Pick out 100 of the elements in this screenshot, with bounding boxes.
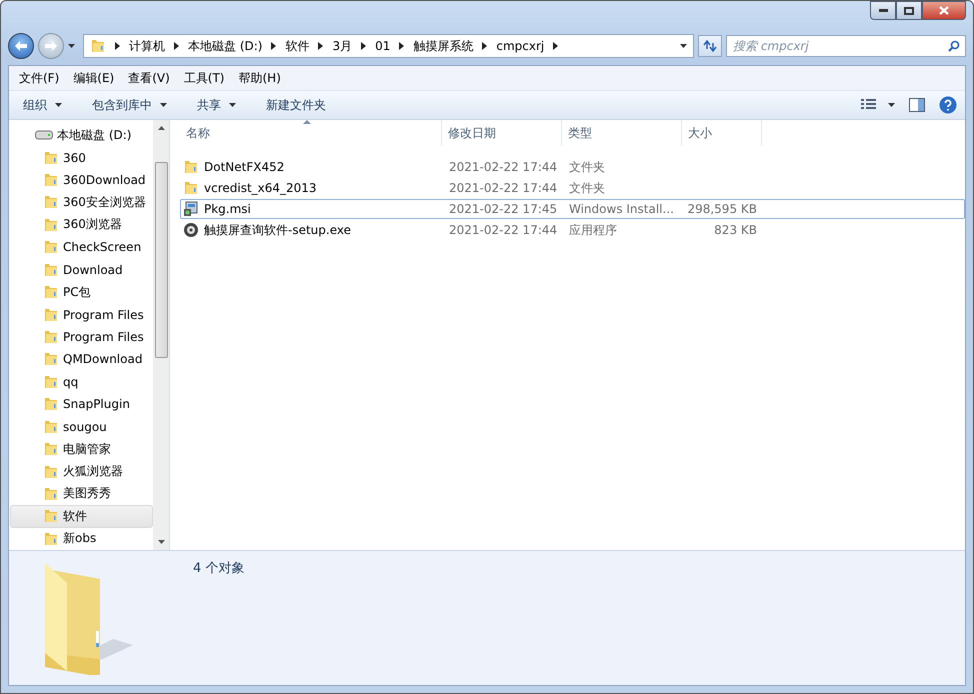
breadcrumb[interactable]: cmpcxrj: [496, 39, 544, 53]
chevron-icon: [318, 42, 324, 50]
nav-item[interactable]: 新obs: [10, 528, 153, 550]
chevron-icon: [482, 42, 488, 50]
scrollbar[interactable]: [153, 120, 169, 550]
program-icon: [183, 222, 199, 238]
nav-item[interactable]: Program Files: [10, 303, 153, 326]
nav-item[interactable]: 360Download: [10, 168, 153, 192]
size-cell: 298,595 KB: [687, 202, 757, 216]
folder-icon: [43, 284, 59, 300]
folder-icon: [43, 396, 59, 412]
address-bar[interactable]: 计算机 本地磁盘 (D:) 软件 3月 01 触摸屏系统 cmpcxrj: [83, 34, 694, 58]
minimize-icon: [878, 9, 888, 12]
caret-icon: [229, 103, 236, 107]
nav-item[interactable]: 360: [10, 146, 153, 169]
nav-item[interactable]: Download: [10, 258, 153, 281]
scroll-up-icon[interactable]: [158, 126, 164, 130]
maximize-icon: [904, 6, 914, 14]
folder-icon: [43, 441, 59, 458]
date-cell: 2021-02-22 17:44: [449, 223, 558, 237]
breadcrumb[interactable]: 3月: [332, 38, 352, 54]
folder-icon: [43, 374, 59, 390]
back-button[interactable]: [8, 33, 34, 59]
item-count: 4 个对象: [193, 560, 244, 578]
column-header[interactable]: 名称: [180, 120, 442, 146]
nav-item[interactable]: qq: [10, 370, 153, 394]
close-button[interactable]: [922, 1, 966, 20]
nav-item[interactable]: 360浏览器: [10, 214, 153, 236]
caret-icon: [55, 103, 62, 107]
file-row[interactable]: vcredist_x64_2013 2021-02-22 17:44 文件夹: [180, 178, 965, 198]
folder-icon: [90, 38, 106, 54]
type-cell: 文件夹: [569, 180, 605, 194]
chevron-icon: [361, 42, 366, 50]
close-icon: [939, 6, 949, 15]
maximize-button[interactable]: [896, 1, 922, 20]
toolbar-button[interactable]: 组织: [17, 94, 68, 116]
minimize-button[interactable]: [870, 1, 896, 20]
breadcrumb[interactable]: 软件: [285, 38, 310, 54]
folder-icon: [43, 418, 59, 435]
toolbar-button[interactable]: 包含到库中: [86, 94, 173, 116]
chevron-icon: [399, 42, 404, 50]
preview-pane-icon[interactable]: [909, 98, 925, 112]
size-cell: 823 KB: [714, 223, 757, 237]
toolbar-button[interactable]: 共享: [191, 94, 242, 116]
breadcrumb[interactable]: 01: [375, 39, 390, 53]
nav-item[interactable]: 火狐浏览器: [10, 460, 153, 483]
menu-item[interactable]: 查看(V): [122, 68, 176, 88]
folder-icon: [43, 329, 59, 345]
help-icon[interactable]: [939, 96, 957, 114]
breadcrumb[interactable]: 触摸屏系统: [413, 38, 474, 54]
type-cell: 文件夹: [569, 160, 605, 174]
file-row[interactable]: DotNetFX452 2021-02-22 17:44 文件夹: [180, 157, 965, 177]
caret-icon: [680, 44, 687, 48]
nav-item[interactable]: CheckScreen: [10, 236, 153, 259]
folder-icon: [183, 180, 199, 196]
menu-item[interactable]: 文件(F): [13, 68, 66, 88]
nav-item[interactable]: 电脑管家: [10, 438, 153, 460]
search-field[interactable]: 搜索 cmpcxrj: [726, 35, 966, 57]
refresh-button[interactable]: [698, 35, 722, 57]
file-name: 触摸屏查询软件-setup.exe: [204, 222, 351, 238]
menu-item[interactable]: 帮助(H): [232, 68, 287, 88]
folder-icon: [43, 262, 59, 278]
type-cell: Windows Install...: [569, 202, 674, 216]
nav-item[interactable]: 美图秀秀: [10, 482, 153, 506]
nav-item[interactable]: sougou: [10, 415, 153, 438]
date-cell: 2021-02-22 17:44: [449, 160, 558, 174]
breadcrumb[interactable]: 本地磁盘 (D:): [188, 38, 262, 54]
back-arrow-icon: [15, 41, 27, 51]
file-row[interactable]: 触摸屏查询软件-setup.exe 2021-02-22 17:44 应用程序 823 KB: [180, 220, 965, 240]
nav-item[interactable]: 本地磁盘 (D:): [10, 124, 153, 146]
file-name: Pkg.msi: [204, 202, 251, 216]
nav-item[interactable]: 软件: [10, 505, 153, 528]
folder-icon: [43, 150, 59, 166]
folder-icon: [43, 172, 59, 188]
nav-item[interactable]: PC包: [10, 280, 153, 304]
scroll-down-icon[interactable]: [158, 540, 164, 544]
folder-icon: [43, 351, 59, 368]
nav-item[interactable]: 360安全浏览器: [10, 191, 153, 214]
column-header[interactable]: 修改日期: [442, 120, 562, 146]
folder-icon: [43, 530, 59, 547]
toolbar-button[interactable]: 新建文件夹: [260, 94, 332, 116]
nav-item[interactable]: SnapPlugin: [10, 393, 153, 416]
file-row[interactable]: Pkg.msi 2021-02-22 17:45 Windows Install... 298,595 KB: [180, 199, 965, 219]
nav-item[interactable]: QMDownload: [10, 348, 153, 371]
nav-item[interactable]: Program Files: [10, 326, 153, 348]
drive-icon: [35, 130, 53, 140]
column-header[interactable]: 大小: [682, 120, 762, 146]
refresh-icon: [703, 40, 717, 52]
column-header[interactable]: 类型: [562, 120, 682, 146]
menu-item[interactable]: 编辑(E): [67, 68, 120, 88]
menu-item[interactable]: 工具(T): [178, 68, 230, 88]
file-name: vcredist_x64_2013: [204, 181, 317, 195]
chevron-icon: [174, 42, 179, 50]
chevron-icon: [271, 42, 276, 50]
breadcrumb[interactable]: 计算机: [129, 38, 165, 54]
forward-arrow-icon: [45, 41, 57, 51]
caret-icon: [160, 103, 167, 107]
view-options-icon[interactable]: [861, 99, 895, 111]
folder-icon: [183, 159, 199, 175]
date-cell: 2021-02-22 17:45: [449, 202, 558, 216]
